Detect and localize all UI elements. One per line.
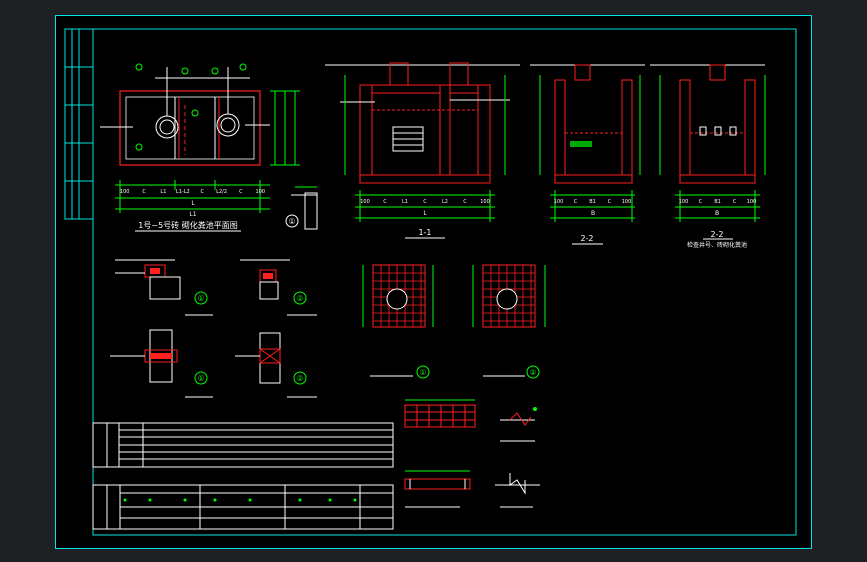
section-2-2-b-dims: 100 C B1 C 100	[679, 199, 757, 205]
dim-label: C	[733, 199, 737, 205]
rebar-plate-2	[472, 264, 546, 379]
binding-strip	[64, 28, 94, 220]
wall-detail-3-label: ①	[197, 374, 204, 383]
dim-label: B1	[714, 199, 721, 205]
dim-label: L2	[442, 199, 448, 205]
section-2-2-b-title: 2-2	[710, 230, 723, 239]
cad-drawing: 100 C L1 L1-L2 C L2/2 C 100 L L1 1号~5号砖 砌化粪池平面图…	[55, 15, 812, 549]
plan-title: 1号~5号砖 砌化粪池平面图	[138, 220, 237, 230]
rebar-plate-1	[362, 264, 434, 379]
dim-label: B1	[589, 199, 596, 205]
rebar-plate-1-label: ①	[419, 368, 426, 377]
rebar-plate-2-label: ②	[529, 368, 536, 377]
dim-label: C	[239, 189, 243, 195]
wall-detail-4	[235, 332, 317, 398]
dim-label: C	[423, 199, 427, 205]
section-2-2-a-title: 2-2	[580, 234, 593, 243]
dim-label: 100	[256, 189, 266, 195]
dim-label: C	[200, 189, 204, 195]
wall-detail-2-label: ②	[296, 294, 303, 303]
joint-detail-2	[495, 473, 540, 508]
section-1-1-dims: 100 C L1 C L2 C 100	[360, 199, 490, 205]
dim-label: C	[463, 199, 467, 205]
wall-detail-4-label: ②	[296, 374, 303, 383]
joint-detail-1	[500, 407, 537, 442]
dim-label: C	[699, 199, 703, 205]
drawing-sheet: 100 C L1 L1-L2 C L2/2 C 100 L L1 1号~5号砖 砌化粪池平面图…	[55, 15, 812, 549]
beam-rebar-detail	[404, 399, 476, 428]
table-2-markers	[123, 498, 357, 502]
dim-label: C	[608, 199, 612, 205]
section-1-1-title: 1-1	[418, 228, 431, 237]
section-2-2-b-note: 检查井号、砖砌化粪池	[687, 241, 747, 249]
dim-label: L1	[402, 199, 408, 205]
dim-label: L1	[160, 189, 166, 195]
dim-label: L1-L2	[176, 189, 190, 195]
plan-total-dim2: L1	[189, 211, 196, 218]
dim-label: 100	[480, 199, 490, 205]
quantity-table-2	[92, 484, 394, 530]
dim-label: 100	[120, 189, 130, 195]
plan-total-dim: L	[191, 200, 195, 207]
section-1-1-total-dim: L	[423, 210, 427, 217]
beam-detail-2	[404, 470, 471, 508]
dim-label: C	[574, 199, 578, 205]
quantity-table-1	[92, 422, 394, 468]
dim-label: 100	[554, 199, 564, 205]
plan-bottom-dims: 100 C L1 L1-L2 C L2/2 C 100	[120, 189, 265, 195]
dim-label: 100	[747, 199, 757, 205]
section-2-2-a-total-dim: B	[591, 210, 595, 217]
wall-detail-3	[110, 329, 213, 398]
section-2-2-b-total-dim: B	[715, 210, 719, 217]
dim-label: 100	[360, 199, 370, 205]
small-detail-label: ①	[288, 217, 295, 226]
wall-detail-1	[115, 259, 213, 316]
dim-label: C	[142, 189, 146, 195]
dim-label: 100	[679, 199, 689, 205]
dim-label: C	[383, 199, 387, 205]
dim-label: 100	[622, 199, 632, 205]
wall-detail-2	[240, 259, 317, 316]
wall-detail-1-label: ①	[197, 294, 204, 303]
dim-label: L2/2	[216, 189, 227, 195]
section-2-2-a-dims: 100 C B1 C 100	[554, 199, 632, 205]
